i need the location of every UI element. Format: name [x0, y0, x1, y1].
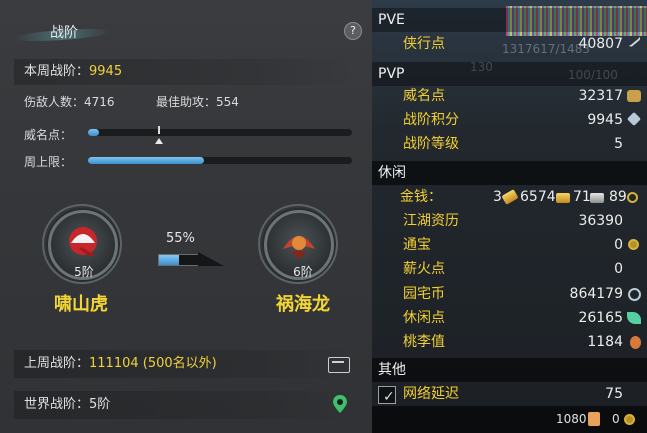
fame-threshold-pointer	[155, 138, 164, 144]
help-icon[interactable]: ?	[344, 22, 362, 40]
currency-label: 江湖资历	[403, 213, 459, 229]
leaf-icon	[627, 312, 641, 324]
currency-row-weimingdian[interactable]: 威名点 32317	[372, 84, 647, 108]
boot-icon	[588, 412, 600, 426]
week-rank-row: 本周战阶：9945	[14, 59, 358, 85]
fame-bar-fill	[88, 129, 99, 136]
fame-icon	[627, 90, 641, 102]
currency-row-xiaxingdian[interactable]: 侠行点 40807	[372, 32, 647, 56]
sword-icon	[626, 34, 642, 48]
kills-label: 伤敌人数：	[24, 95, 85, 109]
currency-label: 侠行点	[403, 36, 445, 52]
last-week-label: 上周战阶：	[24, 356, 90, 371]
footer-bar: 1080 0	[372, 406, 647, 433]
last-week-row: 上周战阶：111104 (500名以外)	[14, 350, 358, 378]
coin-icon	[624, 414, 635, 425]
location-pin-icon[interactable]	[332, 394, 348, 414]
assist-value: 554	[216, 95, 239, 109]
currency-panel: 1317617/1483 130 100/100 PVE 侠行点 40807 P…	[372, 0, 647, 433]
money-ingots: 6574	[520, 189, 556, 205]
pve-header: PVE	[372, 8, 647, 32]
currency-label: 桃李值	[403, 334, 445, 350]
currency-value: 36390	[578, 213, 623, 229]
next-rank-level: 6阶	[293, 265, 313, 279]
week-rank-value: 9945	[89, 64, 123, 79]
currency-label: 战阶积分	[403, 112, 459, 128]
network-latency-value: 75	[605, 386, 623, 402]
money-copper: 89	[609, 189, 627, 205]
silver-ingot-icon	[590, 193, 604, 203]
gold-ingot-icon	[556, 193, 570, 203]
fame-label: 威名点：	[24, 128, 73, 142]
currency-row-money[interactable]: 金钱： 3 6574 71 89	[372, 185, 647, 209]
money-label: 金钱：	[400, 189, 442, 205]
currency-label: 薪火点	[403, 261, 445, 277]
fame-bar	[88, 129, 352, 136]
money-silver: 71	[573, 189, 591, 205]
gold-bar-icon	[501, 189, 519, 205]
pvp-rank-panel: 战阶 ? 本周战阶：9945 伤敌人数：4716 最佳助攻：554 威名点： 周…	[0, 0, 372, 433]
currency-value: 9945	[587, 112, 623, 128]
assist-stat: 最佳助攻：554	[156, 93, 239, 110]
world-rank-row: 世界战阶：5阶	[14, 391, 358, 419]
money-gold-bars: 3	[493, 189, 502, 205]
currency-value: 5	[614, 136, 623, 152]
currency-value: 0	[614, 237, 623, 253]
kills-value: 4716	[84, 95, 115, 109]
footer-value-2: 0	[612, 412, 620, 426]
currency-row-xinhuodian[interactable]: 薪火点 0	[372, 257, 647, 281]
network-latency-label: 网络延迟	[403, 386, 459, 402]
crystal-icon	[626, 111, 642, 127]
kills-stat: 伤敌人数：4716	[24, 93, 115, 110]
currency-row-jianghu-zili[interactable]: 江湖资历 36390	[372, 209, 647, 233]
rank-progress-percent: 55%	[166, 231, 195, 246]
currency-label: 园宅币	[403, 286, 445, 302]
currency-value: 1184	[587, 334, 623, 350]
currency-value: 32317	[578, 88, 623, 104]
leisure-header: 休闲	[372, 161, 647, 185]
fame-threshold-marker	[158, 126, 161, 134]
world-rank-value: 5阶	[89, 397, 111, 412]
weekly-cap-bar	[88, 157, 352, 164]
currency-label: 战阶等级	[403, 136, 459, 152]
currency-row-zhanjie-dengji[interactable]: 战阶等级 5	[372, 132, 647, 156]
week-rank-label: 本周战阶：	[24, 64, 90, 79]
weekly-cap-bar-fill	[88, 157, 205, 164]
ranking-list-icon[interactable]	[328, 357, 350, 373]
rank-progress-arrow	[198, 252, 224, 266]
currency-label: 威名点	[403, 88, 445, 104]
panel-title: 战阶	[50, 25, 78, 41]
currency-row-yuanzhaibi[interactable]: 园宅币 864179	[372, 282, 647, 306]
currency-row-taolizhi[interactable]: 桃李值 1184	[372, 330, 647, 354]
current-rank-name: 啸山虎	[54, 294, 108, 315]
network-latency-row[interactable]: ✓ 网络延迟 75	[372, 382, 647, 406]
currency-value: 864179	[569, 286, 623, 302]
world-rank-label: 世界战阶：	[24, 397, 90, 412]
last-week-value: 111104 (500名以外)	[89, 356, 217, 371]
next-rank-name: 祸海龙	[276, 294, 330, 315]
other-header: 其他	[372, 358, 647, 382]
currency-row-tongbao[interactable]: 通宝 0	[372, 233, 647, 257]
currency-label: 通宝	[403, 237, 431, 253]
gourd-icon	[630, 336, 641, 349]
pvp-header: PVP	[372, 62, 647, 86]
currency-row-xiuxiandian[interactable]: 休闲点 26165	[372, 306, 647, 330]
currency-row-zhanjie-jifen[interactable]: 战阶积分 9945	[372, 108, 647, 132]
weekly-cap-label: 周上限：	[24, 155, 73, 169]
panel-header: 战阶 ?	[0, 0, 372, 50]
rank-progress-bar	[158, 254, 200, 266]
currency-value: 26165	[578, 310, 623, 326]
current-rank-level: 5阶	[74, 265, 94, 279]
coin-icon	[628, 239, 639, 250]
currency-value: 40807	[578, 36, 623, 52]
network-latency-checkbox[interactable]: ✓	[378, 386, 396, 405]
currency-value: 0	[614, 261, 623, 277]
currency-label: 休闲点	[403, 310, 445, 326]
swirl-icon	[628, 288, 641, 301]
rank-progress-fill	[159, 255, 179, 265]
assist-label: 最佳助攻：	[156, 95, 217, 109]
copper-coin-icon	[627, 192, 638, 203]
footer-value-1: 1080	[556, 412, 587, 426]
